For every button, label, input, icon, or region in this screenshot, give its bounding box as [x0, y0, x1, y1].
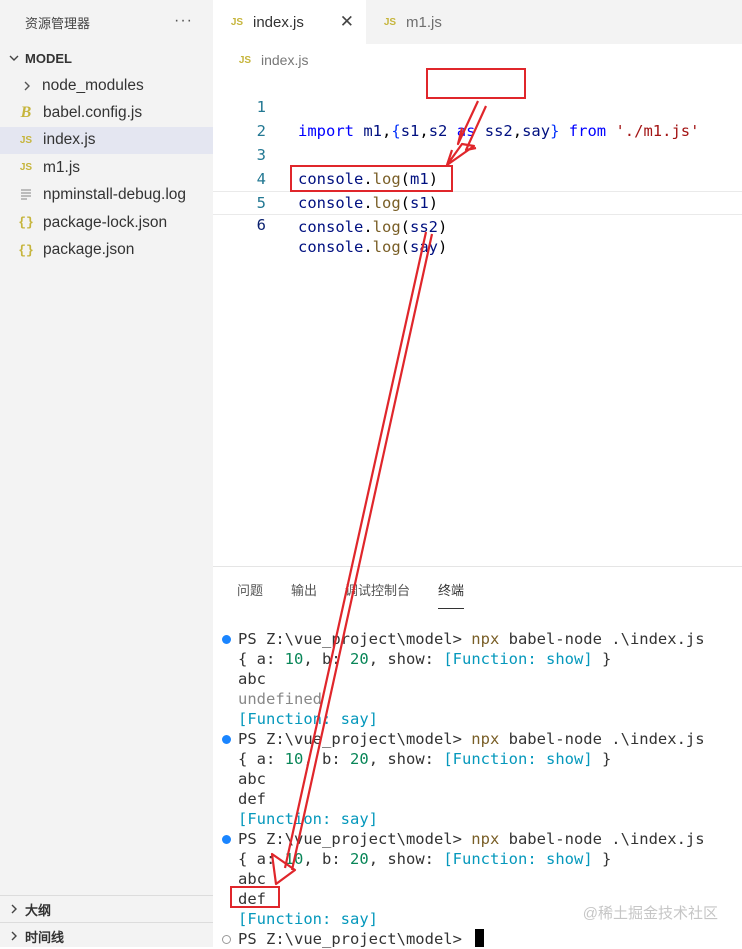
tree-item-label: m1.js	[43, 158, 81, 176]
terminal-line: { a: 10, b: 20, show: [Function: show] }	[238, 650, 612, 668]
tree-item-label: npminstall-debug.log	[43, 186, 187, 204]
tree-item-label: babel.config.js	[43, 104, 143, 122]
js-file-icon: JS	[19, 134, 33, 146]
tree-item-package-json[interactable]: {} package.json	[0, 236, 213, 263]
js-file-icon: JS	[238, 54, 252, 66]
terminal[interactable]: PS Z:\vue_project\model> npx babel-node …	[213, 629, 742, 949]
outline-section[interactable]: 大纲	[0, 895, 213, 922]
command-status-icon	[222, 735, 231, 744]
tree-item-label: package.json	[43, 241, 135, 259]
terminal-line: undefined	[238, 690, 322, 708]
workspace-folder-label: MODEL	[25, 50, 72, 66]
tree-item-node-modules[interactable]: node_modules	[0, 72, 213, 99]
tree-item-label: index.js	[43, 131, 96, 149]
tree-item-m1-js[interactable]: JS m1.js	[0, 154, 213, 181]
tab-terminal[interactable]: 终端	[438, 580, 465, 609]
tab-index-js[interactable]: JS index.js ✕	[213, 0, 366, 44]
chevron-down-icon	[9, 53, 19, 63]
babel-file-icon: B	[20, 104, 32, 122]
terminal-line: def	[238, 790, 266, 808]
breadcrumb[interactable]: JS index.js	[237, 50, 309, 70]
terminal-line: { a: 10, b: 20, show: [Function: show] }	[238, 850, 612, 868]
terminal-cursor	[475, 929, 485, 947]
chevron-right-icon	[22, 81, 32, 91]
code-line: 2	[213, 95, 742, 140]
tree-item-babel-config[interactable]: B babel.config.js	[0, 99, 213, 126]
tree-item-package-lock[interactable]: {} package-lock.json	[0, 209, 213, 236]
js-file-icon: JS	[230, 16, 244, 28]
panel-tab-bar: 问题 输出 调试控制台 终端	[213, 567, 742, 611]
terminal-line: PS Z:\vue_project\model> npx babel-node …	[213, 829, 742, 849]
terminal-line: PS Z:\vue_project\model> npx babel-node …	[213, 729, 742, 749]
json-file-icon: {}	[18, 215, 34, 231]
code-line: 5 console.log(ss2)	[213, 167, 742, 236]
bottom-panel: 问题 输出 调试控制台 终端 PS Z:\vue_project\model> …	[213, 566, 742, 948]
workspace-folder-model[interactable]: MODEL	[0, 44, 213, 72]
log-file-icon	[18, 188, 34, 203]
tree-item-label: node_modules	[42, 76, 144, 94]
terminal-line: PS Z:\vue_project\model> npx babel-node …	[213, 629, 742, 649]
code-line-current: 6 console.log(say)	[213, 191, 742, 256]
terminal-line: [Function: say]	[238, 810, 378, 828]
outline-label: 大纲	[25, 902, 52, 918]
explorer-sidebar: 资源管理器 ··· MODEL node_modules B babel.con…	[0, 0, 213, 947]
timeline-label: 时间线	[25, 929, 65, 945]
timeline-section[interactable]: 时间线	[0, 922, 213, 949]
js-file-icon: JS	[19, 162, 33, 174]
terminal-line: abc	[238, 670, 266, 688]
editor-tab-bar: JS index.js ✕ JS m1.js	[213, 0, 742, 44]
code-line: 4 console.log(s1)	[213, 143, 742, 212]
terminal-prompt[interactable]: PS Z:\vue_project\model>	[213, 929, 742, 949]
tab-problems[interactable]: 问题	[237, 580, 263, 599]
tab-label: m1.js	[406, 13, 442, 31]
close-icon[interactable]: ✕	[340, 12, 354, 32]
terminal-line: [Function: say]	[238, 710, 378, 728]
explorer-header: 资源管理器 ···	[0, 0, 213, 44]
explorer-title: 资源管理器	[25, 15, 91, 31]
command-status-icon	[222, 835, 231, 844]
command-status-icon	[222, 635, 231, 644]
code-line: 3 console.log(m1)	[213, 119, 742, 188]
tab-m1-js[interactable]: JS m1.js	[366, 0, 512, 44]
tab-output[interactable]: 输出	[291, 580, 317, 599]
code-text: console.log(say)	[298, 238, 448, 256]
breadcrumb-file: index.js	[261, 52, 309, 68]
tab-label: index.js	[253, 13, 304, 31]
prompt-status-icon	[222, 935, 231, 944]
terminal-line: abc	[238, 770, 266, 788]
line-number: 6	[256, 216, 266, 234]
watermark: @稀土掘金技术社区	[582, 905, 718, 922]
tree-item-label: package-lock.json	[43, 213, 168, 231]
tree-item-npminstall-log[interactable]: npminstall-debug.log	[0, 182, 213, 209]
code-editor[interactable]: 1 import m1,{s1,s2 as ss2,say} from './m…	[213, 71, 742, 256]
js-file-icon: JS	[383, 16, 397, 28]
terminal-line: abc	[238, 870, 266, 888]
more-actions-icon[interactable]: ···	[174, 12, 193, 30]
tree-item-index-js[interactable]: JS index.js	[0, 126, 213, 155]
code-line: 1 import m1,{s1,s2 as ss2,say} from './m…	[213, 71, 742, 140]
tab-debug-console[interactable]: 调试控制台	[345, 580, 410, 599]
terminal-line: { a: 10, b: 20, show: [Function: show] }	[238, 750, 612, 768]
json-file-icon: {}	[18, 242, 34, 258]
chevron-right-icon	[9, 904, 19, 914]
chevron-right-icon	[9, 931, 19, 941]
